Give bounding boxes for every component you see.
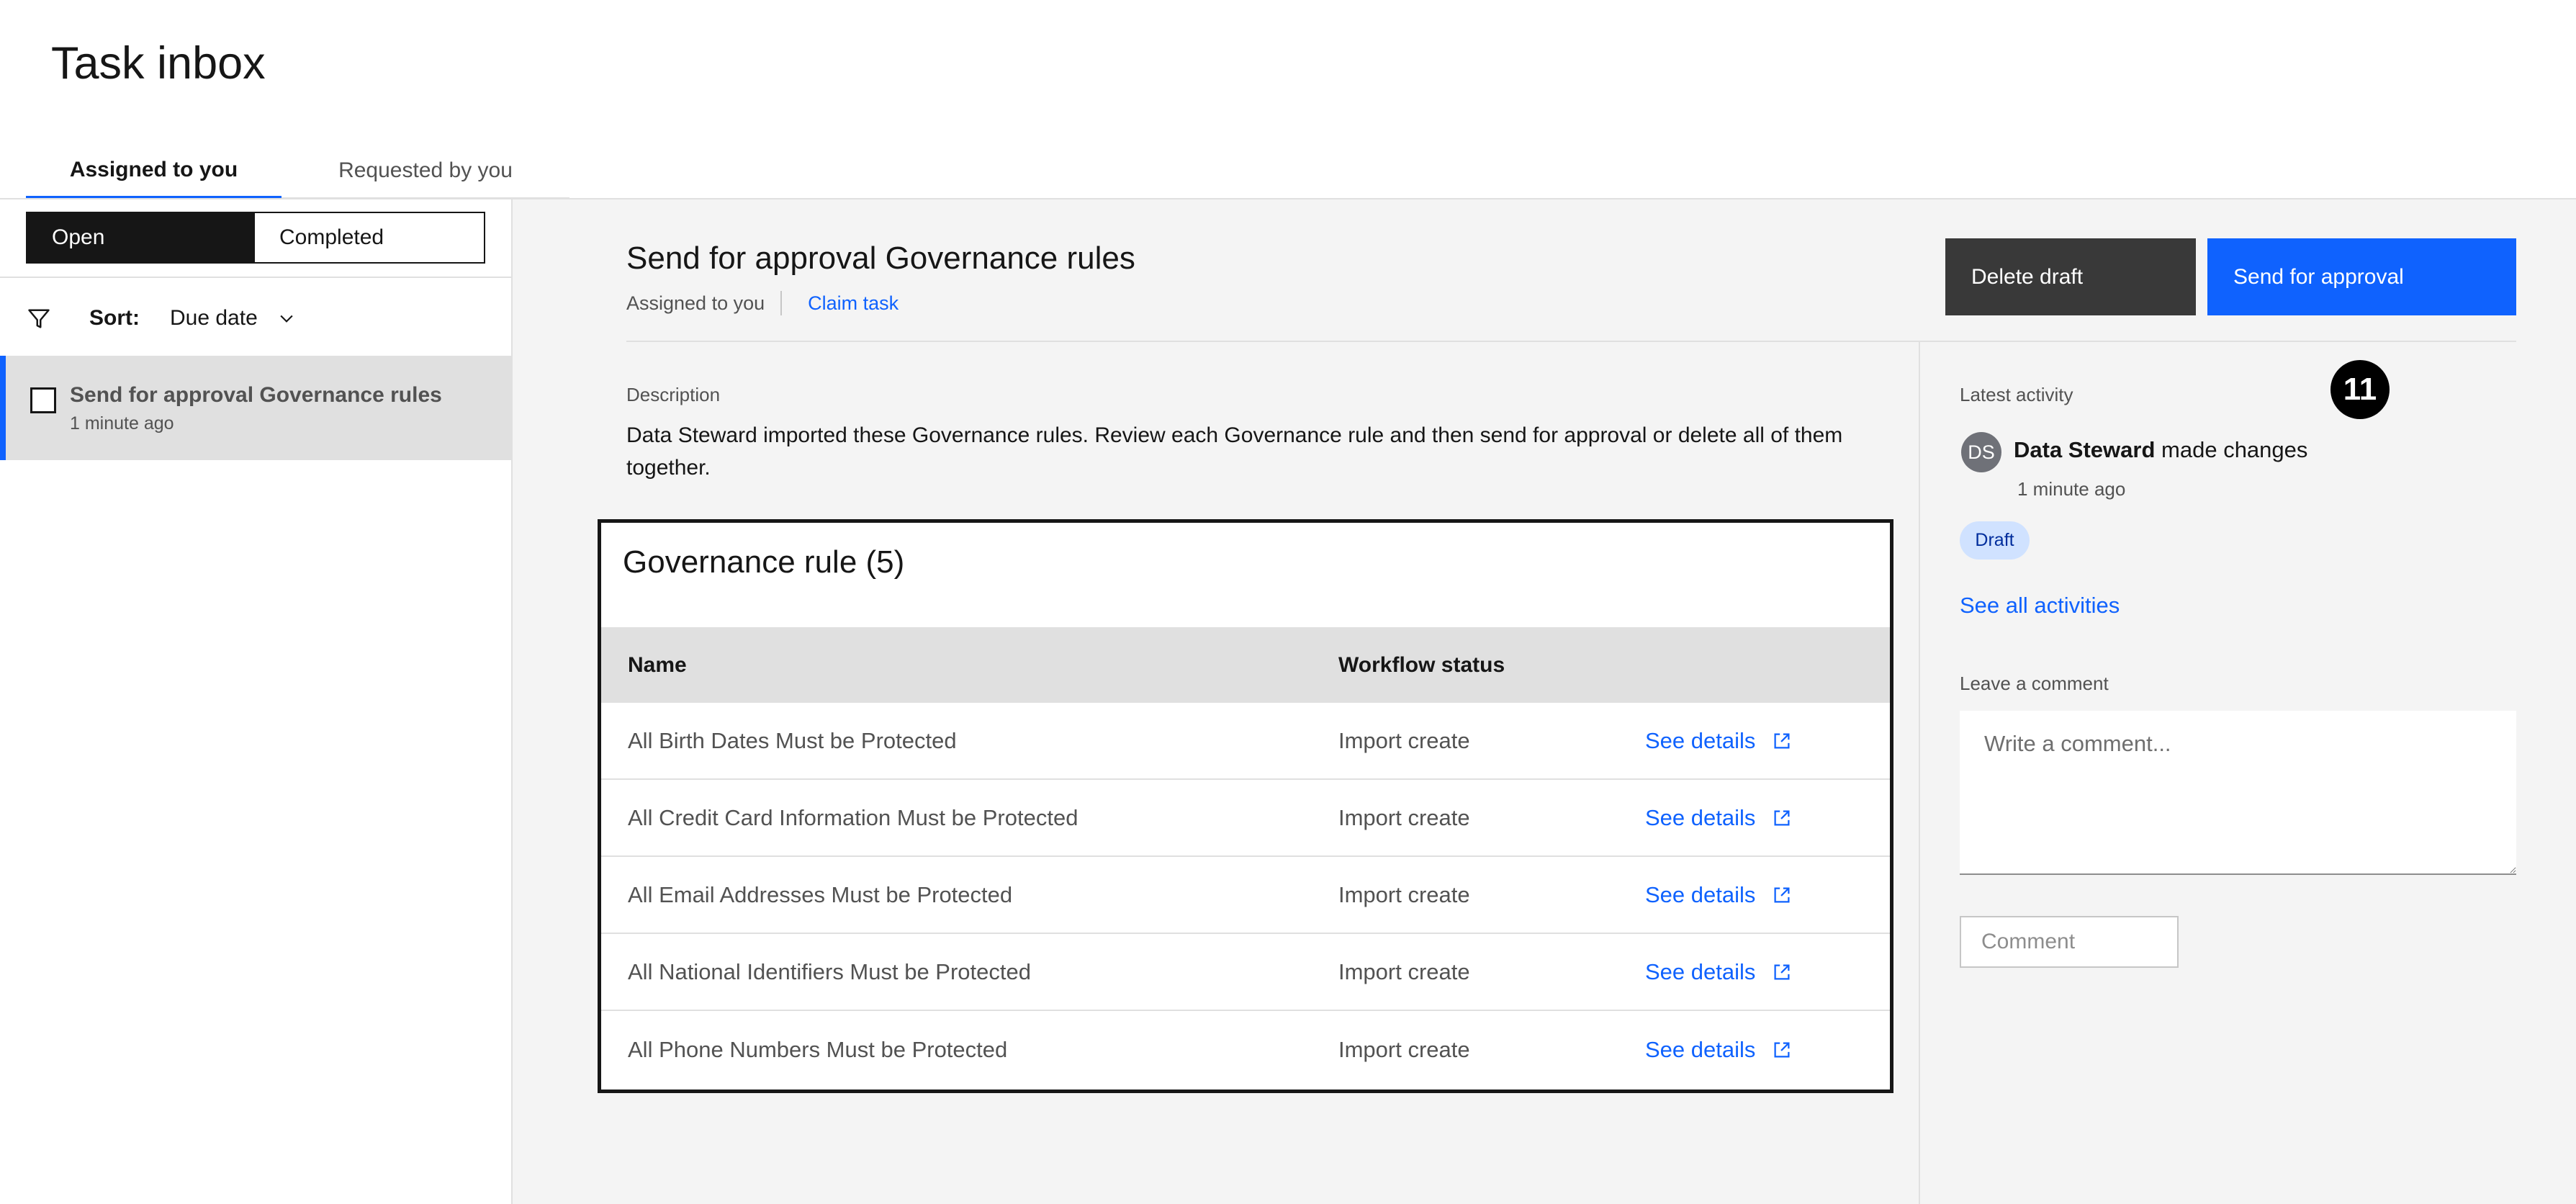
activity-user: Data Steward (2014, 437, 2156, 462)
table-row: All Birth Dates Must be Protected Import… (601, 703, 1890, 780)
claim-task-link[interactable]: Claim task (808, 292, 899, 315)
tab-list: Assigned to you Requested by you (26, 144, 569, 199)
external-link-icon (1774, 964, 1790, 979)
governance-rule-table: Governance rule (5) Name Workflow status… (598, 519, 1893, 1093)
external-link-icon (1774, 1042, 1790, 1057)
activity-timestamp: 1 minute ago (2017, 478, 2126, 500)
task-list-item[interactable]: Send for approval Governance rules 1 min… (0, 356, 513, 460)
workflow-status: Import create (1338, 804, 1470, 830)
main-divider (626, 341, 2516, 342)
external-link-icon (1774, 733, 1790, 748)
sort-dropdown[interactable]: Due date (170, 306, 297, 331)
task-checkbox[interactable] (30, 387, 56, 413)
activity-entry: Data Steward made changes (2014, 437, 2307, 463)
workflow-status: Import create (1338, 1036, 1470, 1062)
rule-name: All Email Addresses Must be Protected (628, 881, 1013, 907)
table-row: All Email Addresses Must be Protected Im… (601, 857, 1890, 934)
sort-value: Due date (170, 306, 258, 330)
see-details-label: See details (1645, 1036, 1756, 1062)
column-header-workflow-status: Workflow status (1338, 652, 1505, 677)
description-text: Data Steward imported these Governance r… (626, 423, 1843, 480)
task-list-panel: Open Completed Sort: Due date Send for a… (0, 199, 513, 1204)
rule-name: All Phone Numbers Must be Protected (628, 1036, 1008, 1062)
completed-toggle[interactable]: Completed (255, 213, 484, 262)
filter-icon[interactable] (26, 305, 52, 331)
see-details-label: See details (1645, 727, 1756, 753)
task-detail-panel: Send for approval Governance rules Assig… (513, 199, 2576, 1204)
table-title: Governance rule (5) (623, 544, 905, 580)
see-details-label: See details (1645, 804, 1756, 830)
rule-name: All Credit Card Information Must be Prot… (628, 804, 1078, 830)
task-meta: Assigned to you Claim task (626, 290, 899, 316)
rule-name: All National Identifiers Must be Protect… (628, 958, 1031, 984)
column-divider (1919, 342, 1920, 1204)
send-for-approval-button[interactable]: Send for approval (2207, 238, 2516, 315)
table-header: Name Workflow status (601, 627, 1890, 703)
external-link-icon (1774, 887, 1790, 902)
activity-action: made changes (2161, 437, 2308, 462)
rule-name: All Birth Dates Must be Protected (628, 727, 957, 753)
table-row: All Credit Card Information Must be Prot… (601, 780, 1890, 857)
sort-row: Sort: Due date (26, 300, 297, 336)
status-tag: Draft (1960, 521, 2030, 560)
see-details-link[interactable]: See details (1645, 959, 1793, 985)
see-details-label: See details (1645, 881, 1756, 907)
table-row: All National Identifiers Must be Protect… (601, 934, 1890, 1011)
external-link-icon (1774, 810, 1790, 825)
tab-requested-by-you[interactable]: Requested by you (282, 144, 569, 199)
workflow-status: Import create (1338, 958, 1470, 984)
see-details-label: See details (1645, 958, 1756, 984)
task-timestamp: 1 minute ago (70, 413, 174, 433)
description-label: Description (626, 384, 721, 405)
meta-separator (780, 291, 783, 315)
workflow-status: Import create (1338, 727, 1470, 753)
chevron-down-icon (280, 315, 293, 323)
workflow-status: Import create (1338, 881, 1470, 907)
task-detail-title: Send for approval Governance rules (626, 241, 1135, 276)
comment-input[interactable] (1960, 711, 2516, 875)
task-title: Send for approval Governance rules (70, 383, 442, 407)
delete-draft-button[interactable]: Delete draft (1945, 238, 2196, 315)
step-badge: 11 (2330, 360, 2390, 419)
left-divider (0, 277, 513, 278)
sort-label: Sort: (89, 306, 140, 330)
assigned-text: Assigned to you (626, 292, 765, 314)
comment-label: Leave a comment (1960, 673, 2109, 694)
see-details-link[interactable]: See details (1645, 1037, 1793, 1063)
latest-activity-label: Latest activity (1960, 384, 2073, 405)
status-switcher: Open Completed (26, 212, 485, 264)
see-all-activities-link[interactable]: See all activities (1960, 593, 2120, 619)
tab-assigned-to-you[interactable]: Assigned to you (26, 144, 282, 199)
table-row: All Phone Numbers Must be Protected Impo… (601, 1011, 1890, 1088)
see-details-link[interactable]: See details (1645, 882, 1793, 908)
see-details-link[interactable]: See details (1645, 728, 1793, 754)
avatar: DS (1961, 432, 2001, 472)
column-header-name: Name (628, 652, 687, 677)
page-title: Task inbox (51, 38, 266, 89)
open-toggle[interactable]: Open (27, 213, 255, 262)
see-details-link[interactable]: See details (1645, 805, 1793, 831)
comment-button[interactable]: Comment (1960, 916, 2179, 968)
